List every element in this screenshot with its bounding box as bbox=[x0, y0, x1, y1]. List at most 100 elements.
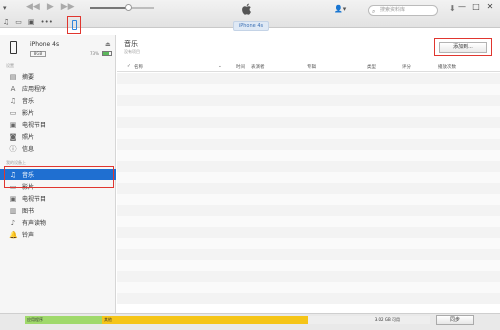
table-row bbox=[117, 183, 500, 194]
play-icon[interactable]: ▶ bbox=[47, 2, 54, 12]
battery-percent: 73% bbox=[90, 51, 99, 56]
sidebar-item[interactable]: ♫ 音乐 bbox=[0, 95, 116, 106]
sidebar-item[interactable]: ▣ 电视节目 bbox=[0, 193, 116, 204]
battery-icon bbox=[102, 51, 112, 56]
table-row bbox=[117, 117, 500, 128]
sidebar-item-label: 电视节目 bbox=[22, 196, 47, 203]
tv-icon[interactable]: ▣ bbox=[28, 18, 35, 26]
sync-button[interactable]: 同步 bbox=[436, 315, 474, 325]
table-row bbox=[117, 260, 500, 271]
selection-highlight-box bbox=[4, 166, 114, 188]
main-panel: 音乐 没有项目 添加到... ✓ 名称 ⌄ 时间 表演者 专辑 类型 评分 播放… bbox=[117, 35, 500, 313]
tv-icon: ▣ bbox=[9, 194, 17, 203]
table-row bbox=[117, 95, 500, 106]
table-row bbox=[117, 205, 500, 216]
ringtones-icon: 🔔 bbox=[9, 230, 18, 239]
close-button[interactable]: ✕ bbox=[483, 1, 497, 12]
table-header: ✓ 名称 ⌄ 时间 表演者 专辑 类型 评分 播放次数 bbox=[117, 62, 500, 72]
table-row bbox=[117, 227, 500, 238]
column-name[interactable]: 名称 bbox=[134, 64, 143, 70]
account-button[interactable]: 👤▾ bbox=[334, 5, 346, 13]
settings-header: 设置 bbox=[6, 63, 14, 68]
window-controls: — □ ✕ bbox=[455, 1, 497, 12]
iphone-icon bbox=[10, 41, 17, 54]
search-placeholder: 搜索资料库 bbox=[380, 7, 406, 13]
movies-icon: ▭ bbox=[9, 108, 17, 117]
audiobooks-icon: ♪ bbox=[10, 218, 16, 227]
add-to-highlight: 添加到... bbox=[434, 38, 492, 56]
column-genre[interactable]: 类型 bbox=[367, 64, 376, 70]
media-type-bar: ♫ ▭ ▣ ••• bbox=[3, 18, 53, 26]
page-subtitle: 没有项目 bbox=[124, 49, 140, 54]
volume-slider[interactable] bbox=[90, 4, 154, 11]
bottom-bar: 应用程序 其他 3.02 GB 可用 同步 bbox=[0, 313, 500, 330]
table-row bbox=[117, 161, 500, 172]
menu-button[interactable]: ▾ bbox=[3, 3, 19, 13]
more-icon[interactable]: ••• bbox=[41, 18, 53, 26]
sidebar-item[interactable]: ▭ 影片 bbox=[0, 107, 116, 118]
info-icon: ⓘ bbox=[9, 144, 17, 153]
iphone-icon bbox=[71, 20, 77, 30]
search-field[interactable]: ⌕ 搜索资料库 bbox=[368, 5, 438, 16]
column-check[interactable]: ✓ bbox=[127, 64, 131, 69]
table-row bbox=[117, 271, 500, 282]
sidebar-item[interactable]: A 应用程序 bbox=[0, 83, 116, 94]
table-row bbox=[117, 128, 500, 139]
page-title: 音乐 bbox=[124, 40, 138, 48]
sidebar-item-label: 影片 bbox=[22, 110, 35, 117]
column-plays[interactable]: 播放次数 bbox=[438, 64, 456, 70]
table-row bbox=[117, 216, 500, 227]
previous-icon[interactable]: ◀◀ bbox=[26, 2, 40, 12]
sidebar-item-label: 照片 bbox=[22, 134, 35, 141]
table-row bbox=[117, 249, 500, 260]
add-to-button[interactable]: 添加到... bbox=[439, 41, 487, 53]
eject-icon[interactable]: ⏏ bbox=[105, 41, 111, 48]
table-row bbox=[117, 238, 500, 249]
sidebar-item[interactable]: ◙ 照片 bbox=[0, 131, 116, 142]
column-rating[interactable]: 评分 bbox=[402, 64, 411, 70]
sidebar-item[interactable]: ▥ 图书 bbox=[0, 205, 116, 216]
table-row bbox=[117, 194, 500, 205]
movies-icon[interactable]: ▭ bbox=[15, 18, 22, 26]
sidebar-item-label: 应用程序 bbox=[22, 86, 47, 93]
sidebar-item-label: 电视节目 bbox=[22, 122, 47, 129]
battery-level bbox=[103, 52, 109, 55]
sidebar-item[interactable]: 🔔 铃声 bbox=[0, 229, 116, 240]
column-time[interactable]: 时间 bbox=[236, 64, 245, 70]
photos-icon: ◙ bbox=[9, 132, 17, 141]
minimize-button[interactable]: — bbox=[455, 1, 469, 12]
search-icon: ⌕ bbox=[372, 8, 376, 15]
device-name: iPhone 4s bbox=[30, 41, 60, 48]
capacity-badge: 8GB bbox=[30, 51, 46, 57]
sidebar-item[interactable]: ▣ 电视节目 bbox=[0, 119, 116, 130]
table-row bbox=[117, 293, 500, 304]
column-sort-icon[interactable]: ⌄ bbox=[218, 64, 222, 69]
transport-controls: ◀◀ ▶ ▶▶ bbox=[26, 2, 75, 12]
column-album[interactable]: 专辑 bbox=[307, 64, 316, 70]
music-icon[interactable]: ♫ bbox=[3, 18, 9, 26]
sidebar-item-label: 音乐 bbox=[22, 98, 35, 105]
volume-knob[interactable] bbox=[125, 4, 133, 11]
empty-table-rows bbox=[117, 73, 500, 304]
sidebar-item[interactable]: ⓘ 信息 bbox=[0, 143, 116, 154]
apple-logo-icon bbox=[242, 3, 251, 15]
next-icon[interactable]: ▶▶ bbox=[61, 2, 75, 12]
table-row bbox=[117, 282, 500, 293]
device-tab[interactable]: iPhone 4s bbox=[233, 21, 269, 31]
music-icon: ♫ bbox=[9, 96, 17, 105]
table-row bbox=[117, 84, 500, 95]
storage-bar: 应用程序 其他 3.02 GB 可用 bbox=[25, 316, 430, 324]
table-row bbox=[117, 139, 500, 150]
sidebar-item-label: 信息 bbox=[22, 146, 35, 153]
device-card[interactable]: iPhone 4s ⏏ 8GB 73% bbox=[8, 40, 112, 62]
books-icon: ▥ bbox=[9, 206, 17, 215]
maximize-button[interactable]: □ bbox=[469, 1, 483, 12]
device-button[interactable] bbox=[67, 16, 81, 34]
sidebar-item-label: 摘要 bbox=[22, 74, 35, 81]
sidebar-item[interactable]: ♪ 有声读物 bbox=[0, 217, 116, 228]
tv-icon: ▣ bbox=[9, 120, 17, 129]
storage-segment: 其他 bbox=[101, 316, 309, 324]
sidebar-item-label: 图书 bbox=[22, 208, 35, 215]
column-artist[interactable]: 表演者 bbox=[251, 64, 265, 70]
sidebar-item[interactable]: ▤ 摘要 bbox=[0, 71, 116, 82]
